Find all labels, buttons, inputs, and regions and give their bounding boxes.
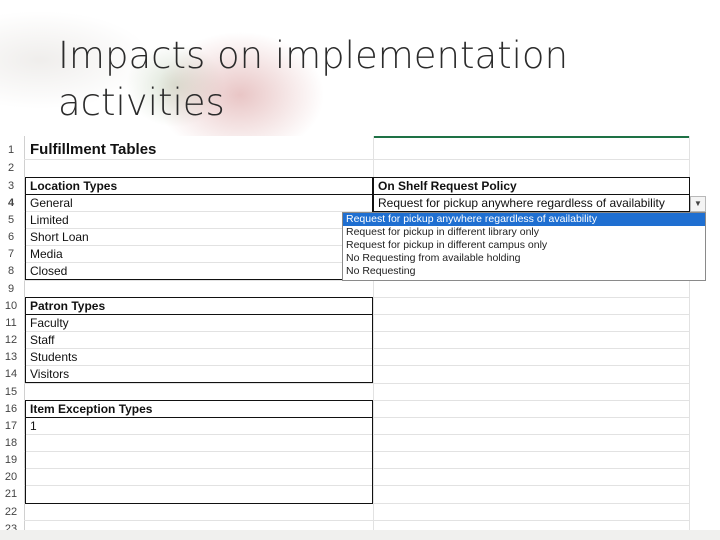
chevron-down-icon: ▼ bbox=[694, 199, 702, 208]
location-type-cell[interactable]: Closed bbox=[26, 263, 341, 280]
row-gridline bbox=[24, 520, 690, 521]
dropdown-option[interactable]: Request for pickup in different library … bbox=[343, 226, 705, 239]
row-number[interactable]: 7 bbox=[0, 246, 22, 263]
policy-header[interactable]: On Shelf Request Policy bbox=[374, 178, 688, 195]
patron-type-cell[interactable]: Faculty bbox=[26, 315, 371, 332]
sheet-title[interactable]: Fulfillment Tables bbox=[26, 140, 366, 160]
row-number[interactable]: 2 bbox=[0, 160, 22, 177]
location-type-cell[interactable]: Short Loan bbox=[26, 229, 341, 246]
item-exception-types-header[interactable]: Item Exception Types bbox=[26, 401, 371, 418]
row-number[interactable]: 4 bbox=[0, 195, 22, 212]
dropdown-option[interactable]: No Requesting bbox=[343, 265, 705, 278]
policy-dropdown-list[interactable]: Request for pickup anywhere regardless o… bbox=[342, 212, 706, 281]
row-number[interactable]: 15 bbox=[0, 384, 22, 401]
row-number[interactable]: 14 bbox=[0, 366, 22, 383]
row-number[interactable]: 10 bbox=[0, 298, 22, 315]
row-number[interactable]: 22 bbox=[0, 504, 22, 521]
patron-type-cell[interactable]: Staff bbox=[26, 332, 371, 349]
row-number[interactable]: 16 bbox=[0, 401, 22, 418]
row-number[interactable]: 21 bbox=[0, 486, 22, 503]
policy-select-cell[interactable]: Request for pickup anywhere regardless o… bbox=[374, 195, 688, 212]
row-number[interactable]: 23 bbox=[0, 521, 22, 530]
row-number[interactable]: 6 bbox=[0, 229, 22, 246]
row-number[interactable]: 8 bbox=[0, 263, 22, 280]
column-header-accent bbox=[373, 136, 690, 138]
row-number[interactable]: 3 bbox=[0, 178, 22, 195]
dropdown-option-selected[interactable]: Request for pickup anywhere regardless o… bbox=[343, 213, 705, 226]
spreadsheet[interactable]: 1 2 3 4 5 6 7 8 9 10 11 12 13 14 15 16 1… bbox=[0, 136, 690, 530]
dropdown-arrow-button[interactable]: ▼ bbox=[690, 196, 706, 212]
location-types-header[interactable]: Location Types bbox=[26, 178, 371, 195]
row-number[interactable]: 12 bbox=[0, 332, 22, 349]
location-type-cell[interactable]: Limited bbox=[26, 212, 341, 229]
row-number[interactable]: 11 bbox=[0, 315, 22, 332]
row-number-gutter: 1 2 3 4 5 6 7 8 9 10 11 12 13 14 15 16 1… bbox=[0, 136, 25, 530]
patron-types-header[interactable]: Patron Types bbox=[26, 298, 371, 315]
row-number[interactable]: 13 bbox=[0, 349, 22, 366]
row-number[interactable]: 9 bbox=[0, 281, 22, 298]
dropdown-option[interactable]: Request for pickup in different campus o… bbox=[343, 239, 705, 252]
dropdown-option[interactable]: No Requesting from available holding bbox=[343, 252, 705, 265]
row-number[interactable]: 18 bbox=[0, 435, 22, 452]
slide-footer-bar bbox=[0, 530, 720, 540]
patron-type-cell[interactable]: Students bbox=[26, 349, 371, 366]
patron-type-cell[interactable]: Visitors bbox=[26, 366, 371, 383]
row-number[interactable]: 5 bbox=[0, 212, 22, 229]
location-type-cell[interactable]: General bbox=[26, 195, 371, 212]
item-exception-type-cell[interactable]: 1 bbox=[26, 418, 371, 435]
row-gridline bbox=[24, 383, 690, 384]
location-type-cell[interactable]: Media bbox=[26, 246, 341, 263]
row-number[interactable]: 17 bbox=[0, 418, 22, 435]
row-number[interactable]: 20 bbox=[0, 469, 22, 486]
row-number[interactable]: 1 bbox=[0, 142, 22, 159]
row-number[interactable]: 19 bbox=[0, 452, 22, 469]
slide-title: Impacts on implementation activities bbox=[58, 34, 569, 124]
